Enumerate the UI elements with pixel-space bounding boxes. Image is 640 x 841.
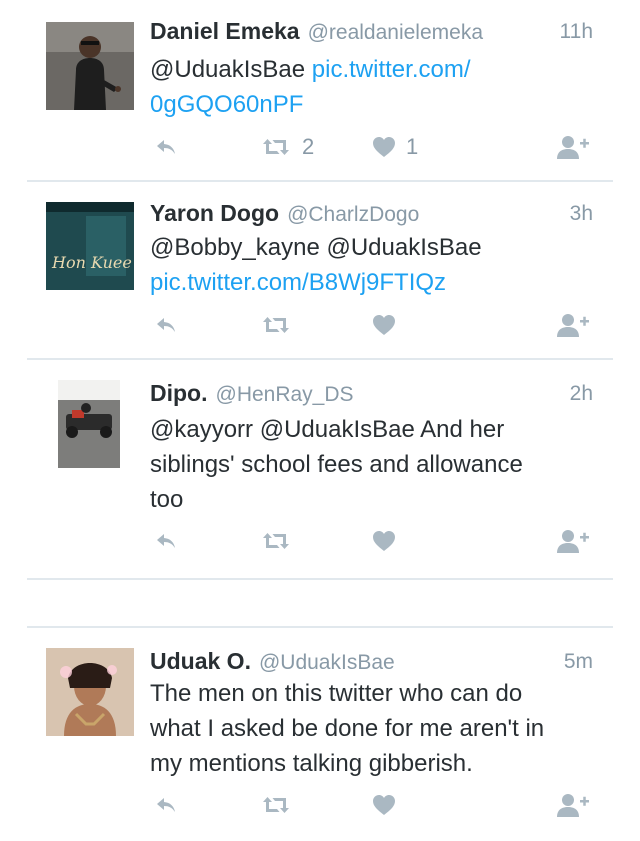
retweet-button[interactable] xyxy=(260,526,292,556)
mention-text[interactable]: @UduakIsBae xyxy=(150,56,312,83)
tweet-actions xyxy=(0,790,640,820)
timestamp[interactable]: 5m xyxy=(564,650,593,674)
like-count: 1 xyxy=(406,134,419,159)
follow-button[interactable] xyxy=(556,310,590,340)
author-name[interactable]: Daniel Emeka xyxy=(150,18,300,44)
tweet-text: @Bobby_kayne @UduakIsBae pic.twitter.com… xyxy=(150,230,590,300)
like-button[interactable]: 1 xyxy=(372,132,418,162)
author-handle[interactable]: @CharlzDogo xyxy=(287,203,419,226)
reply-button[interactable] xyxy=(152,790,180,820)
tweet-text-line: The men on this twitter who can do xyxy=(150,680,523,707)
tweet-text: @UduakIsBae pic.twitter.com/ 0gGQO60nPF xyxy=(150,52,590,122)
reply-button[interactable] xyxy=(152,310,180,340)
heart-icon xyxy=(372,530,396,552)
reply-icon xyxy=(152,793,180,817)
heart-icon xyxy=(372,136,396,158)
tweet-text-line: what I asked be done for me aren't in xyxy=(150,715,545,742)
retweet-button[interactable]: 2 xyxy=(260,132,314,162)
follow-button[interactable] xyxy=(556,526,590,556)
timestamp[interactable]: 11h xyxy=(560,20,593,44)
retweet-icon xyxy=(260,135,292,159)
avatar-text: Hon Kuee xyxy=(51,253,132,272)
avatar[interactable] xyxy=(58,380,120,468)
avatar[interactable] xyxy=(46,22,134,110)
avatar[interactable]: Hon Kuee xyxy=(46,202,134,290)
tweet-dipo[interactable]: Dipo. @HenRay_DS 2h @kayyorr @UduakIsBae … xyxy=(0,360,640,578)
divider xyxy=(27,578,613,580)
timestamp[interactable]: 2h xyxy=(570,382,593,406)
author-handle[interactable]: @realdanielemeka xyxy=(308,21,483,44)
tweet-header: Dipo. @HenRay_DS 2h xyxy=(150,380,593,414)
follow-button[interactable] xyxy=(556,790,590,820)
reply-icon xyxy=(152,313,180,337)
like-button[interactable] xyxy=(372,526,396,556)
retweet-icon xyxy=(260,313,292,337)
like-button[interactable] xyxy=(372,310,396,340)
follow-icon xyxy=(556,312,590,338)
tweet-yaron-dogo[interactable]: Hon Kuee Yaron Dogo @CharlzDogo 3h @Bobby… xyxy=(0,182,640,360)
like-button[interactable] xyxy=(372,790,396,820)
follow-icon xyxy=(556,792,590,818)
retweet-button[interactable] xyxy=(260,790,292,820)
author-handle[interactable]: @UduakIsBae xyxy=(259,651,395,674)
author-name[interactable]: Uduak O. xyxy=(150,648,251,674)
retweet-icon xyxy=(260,793,292,817)
tweet-header: Daniel Emeka @realdanielemeka 11h xyxy=(150,18,593,52)
follow-icon xyxy=(556,528,590,554)
author-name[interactable]: Dipo. xyxy=(150,380,208,406)
mention-text[interactable]: @Bobby_kayne @UduakIsBae xyxy=(150,234,482,261)
author-handle[interactable]: @HenRay_DS xyxy=(216,383,354,406)
heart-icon xyxy=(372,794,396,816)
tweet-text-line: too xyxy=(150,486,184,513)
avatar[interactable] xyxy=(46,648,134,736)
reply-button[interactable] xyxy=(152,526,180,556)
follow-icon xyxy=(556,134,590,160)
heart-icon xyxy=(372,314,396,336)
tweet-actions: 2 1 xyxy=(0,132,640,162)
reply-button[interactable] xyxy=(152,132,180,162)
media-link-continued[interactable]: 0gGQO60nPF xyxy=(150,91,303,118)
tweet-text-line: siblings' school fees and allowance xyxy=(150,451,523,478)
media-link[interactable]: pic.twitter.com/B8Wj9FTIQz xyxy=(150,269,446,296)
tweet-actions xyxy=(0,310,640,340)
reply-icon xyxy=(152,529,180,553)
follow-button[interactable] xyxy=(556,132,590,162)
retweet-count: 2 xyxy=(302,134,315,159)
retweet-button[interactable] xyxy=(260,310,292,340)
tweet-text: @kayyorr @UduakIsBae And her siblings' s… xyxy=(150,412,590,517)
tweet-text: The men on this twitter who can do what … xyxy=(150,676,590,781)
tweet-header: Yaron Dogo @CharlzDogo 3h xyxy=(150,200,593,234)
author-name[interactable]: Yaron Dogo xyxy=(150,200,279,226)
reply-icon xyxy=(152,135,180,159)
tweet-daniel-emeka[interactable]: Daniel Emeka @realdanielemeka 11h @UduakI… xyxy=(0,0,640,180)
tweet-actions xyxy=(0,526,640,556)
tweet-text-line: my mentions talking gibberish. xyxy=(150,750,473,777)
media-link[interactable]: pic.twitter.com/ xyxy=(312,56,471,83)
retweet-icon xyxy=(260,529,292,553)
timestamp[interactable]: 3h xyxy=(570,202,593,226)
tweet-text-line: @kayyorr @UduakIsBae And her xyxy=(150,416,505,443)
tweet-uduak-o[interactable]: Uduak O. @UduakIsBae 5m The men on this t… xyxy=(0,628,640,841)
